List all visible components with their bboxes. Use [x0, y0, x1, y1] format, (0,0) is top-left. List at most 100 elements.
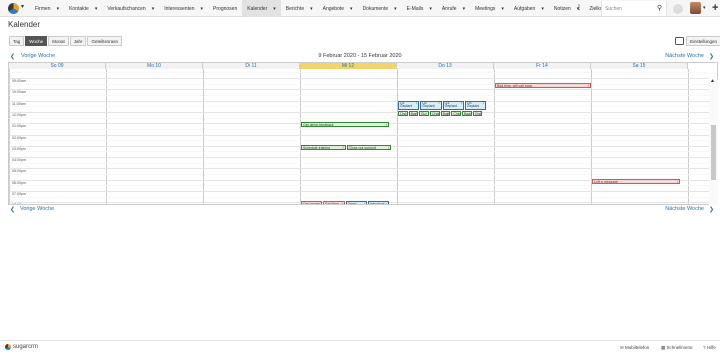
chevron-down-icon[interactable]: ▾: [310, 6, 313, 12]
edit-icon[interactable]: /: [437, 112, 438, 115]
view-button[interactable]: Tag: [9, 36, 25, 46]
nav-tab-e-mails[interactable]: E-Mails ▾: [402, 0, 437, 17]
calendar-scrollbar[interactable]: ▲: [709, 78, 718, 205]
chevron-down-icon[interactable]: ▾: [350, 6, 353, 12]
chevron-down-icon[interactable]: ▾: [95, 6, 98, 12]
calendar-event[interactable]: Q2 Geplant /: [420, 100, 442, 110]
chevron-left-icon[interactable]: ❮: [10, 206, 15, 213]
calendar-event[interactable]: Bad time/: [323, 201, 345, 204]
calendar-event[interactable]: Left a message /: [592, 178, 681, 184]
edit-icon[interactable]: /: [416, 102, 417, 106]
next-week-link[interactable]: Nächste Woche: [665, 206, 704, 212]
settings-button[interactable]: Einstellungen: [686, 36, 720, 46]
edit-icon[interactable]: /: [386, 202, 387, 204]
calendar-event[interactable]: Churu/: [430, 110, 440, 116]
chevron-down-icon[interactable]: ▾: [152, 6, 155, 12]
search-icon[interactable]: ⚲: [657, 4, 662, 12]
edit-icon[interactable]: /: [388, 146, 389, 149]
calendar-event[interactable]: Introduce/: [367, 201, 390, 204]
view-button[interactable]: Jahr: [69, 36, 87, 46]
edit-icon[interactable]: /: [677, 180, 678, 183]
nav-tab-berichte[interactable]: Berichte ▾: [281, 0, 318, 17]
hour-line: [9, 191, 709, 193]
chevron-right-icon[interactable]: ❯: [709, 206, 714, 213]
calendar-grid[interactable]: 09:00am 10:00am 11:00am 12:00pm 01:00pm 02:00…: [9, 69, 717, 204]
edit-icon[interactable]: /: [415, 112, 416, 115]
nav-tab-anrufe[interactable]: Anrufe ▾: [437, 0, 470, 17]
nav-tab-interessenten[interactable]: Interessenten ▾: [159, 0, 208, 17]
edit-icon[interactable]: /: [461, 102, 462, 106]
chevron-up-icon[interactable]: ▲: [710, 78, 715, 84]
chevron-down-icon[interactable]: ▾: [429, 6, 432, 12]
more-modules-icon[interactable]: ⋮: [576, 4, 582, 11]
calendar-event[interactable]: Get money/: [301, 201, 323, 204]
calendar-event[interactable]: Bu /: [419, 110, 429, 116]
nav-tab-firmen[interactable]: Firmen ▾: [30, 0, 64, 17]
calendar-event[interactable]: Baby /: [440, 110, 451, 116]
calendar-event[interactable]: Schedule training /: [301, 144, 346, 150]
calendar-event[interactable]: Q3 Geplant /: [442, 100, 464, 110]
nav-tab-meetings[interactable]: Meetings ▾: [470, 0, 509, 17]
prev-week-link[interactable]: Vorige Woche: [20, 206, 54, 212]
event-title: Bad time, will call back: [497, 83, 533, 88]
help-link[interactable]: ? Hilfe: [703, 345, 716, 350]
scrollbar-thumb[interactable]: [711, 125, 716, 180]
nav-tab-prognosen[interactable]: Prognosen: [208, 0, 242, 17]
notifications-icon[interactable]: [673, 4, 683, 14]
view-button[interactable]: Woche: [25, 36, 48, 46]
edit-icon[interactable]: /: [469, 112, 470, 115]
edit-icon[interactable]: /: [447, 112, 448, 115]
edit-icon[interactable]: /: [405, 112, 406, 115]
edit-icon[interactable]: /: [483, 102, 484, 106]
chevron-down-icon[interactable]: ▾: [463, 6, 466, 12]
avatar[interactable]: [690, 2, 701, 14]
chevron-down-icon[interactable]: ▾: [21, 3, 24, 10]
nav-tab-aufgaben[interactable]: Aufgaben ▾: [509, 0, 549, 17]
calendar-event[interactable]: Bad time, will call back /: [495, 82, 591, 88]
calendar-event[interactable]: Chu /: [398, 110, 408, 116]
calendar-event[interactable]: Demo /: [345, 201, 367, 204]
quick-create-icon[interactable]: +: [712, 2, 718, 14]
calendar-event[interactable]: Q4 Geplant /: [464, 100, 487, 110]
calendar-event[interactable]: Get demo feedback /: [301, 122, 390, 128]
chevron-down-icon[interactable]: ▾: [394, 6, 397, 12]
edit-icon[interactable]: /: [342, 202, 343, 204]
shortcuts-link[interactable]: ▦ Schnellmenü: [661, 345, 693, 351]
mobile-link[interactable]: ✉ Mobiltelefon: [620, 345, 649, 351]
edit-icon[interactable]: /: [343, 146, 344, 149]
edit-icon[interactable]: /: [426, 112, 427, 115]
chevron-down-icon[interactable]: ▾: [273, 6, 276, 12]
nav-tab-kalender[interactable]: Kalender ▾: [242, 0, 281, 17]
calendar-event[interactable]: Bacy /: [462, 110, 472, 116]
edit-icon[interactable]: /: [386, 123, 387, 126]
edit-icon[interactable]: /: [439, 102, 440, 106]
top-navigation: ▾ Firmen ▾ Kontakte ▾ Verkaufschancen ▾ Intere…: [0, 0, 720, 17]
edit-icon[interactable]: /: [588, 84, 589, 87]
nav-tab-kontakte[interactable]: Kontakte ▾: [64, 0, 102, 17]
calendar-event[interactable]: Chu /: [472, 110, 483, 116]
calendar-event[interactable]: Close out support /: [346, 144, 392, 150]
nav-tab-verkaufschancen[interactable]: Verkaufschancen ▾: [102, 0, 159, 17]
edit-icon[interactable]: /: [364, 202, 365, 204]
sugar-logo-icon[interactable]: [8, 3, 19, 14]
chevron-down-icon[interactable]: ▾: [57, 6, 60, 12]
edit-icon[interactable]: /: [458, 112, 459, 115]
footer-logo[interactable]: sugarcrm: [5, 344, 38, 350]
edit-icon[interactable]: /: [479, 112, 480, 115]
chevron-down-icon[interactable]: ▾: [501, 6, 504, 12]
chevron-down-icon[interactable]: ▾: [541, 6, 544, 12]
half-hour-line: [9, 151, 709, 153]
edit-icon[interactable]: /: [319, 202, 320, 204]
calendar-event[interactable]: Bacy /: [408, 110, 419, 116]
calendar-event[interactable]: Q1 Geplant /: [398, 100, 420, 110]
nav-tab-angebote[interactable]: Angebote ▾: [318, 0, 358, 17]
brand-name: sugarcrm: [13, 344, 39, 350]
settings-icon[interactable]: [675, 37, 684, 45]
view-button[interactable]: Geteiltesrasn: [87, 36, 122, 46]
chevron-down-icon[interactable]: ▾: [201, 6, 204, 12]
chevron-down-icon[interactable]: ▾: [703, 5, 706, 11]
view-button[interactable]: Monat: [48, 36, 69, 46]
nav-tab-dokumente[interactable]: Dokumente ▾: [358, 0, 402, 17]
calendar-event[interactable]: Chu /: [451, 110, 461, 116]
event-title: Q2 Geplant: [422, 100, 435, 109]
